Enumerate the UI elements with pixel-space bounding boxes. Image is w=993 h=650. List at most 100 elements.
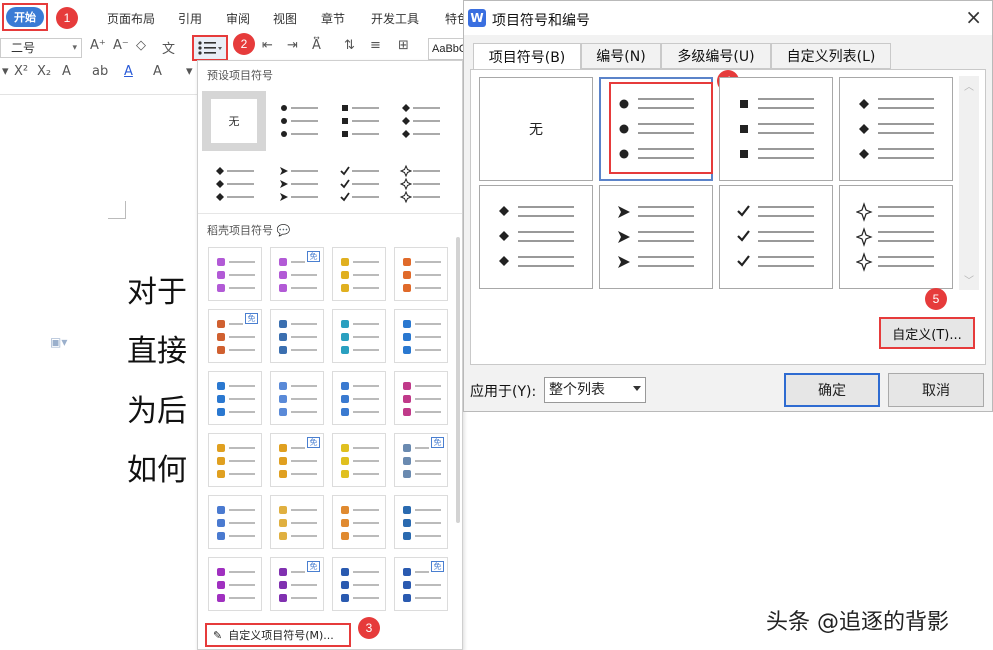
scroll-down-icon[interactable]: ﹀ <box>964 272 974 287</box>
tab-review[interactable]: 审阅 <box>226 10 250 27</box>
template-bullet-cell[interactable] <box>332 433 386 487</box>
template-bullet-cell[interactable]: 免 <box>270 247 324 301</box>
preset-check-bullet[interactable] <box>335 159 385 209</box>
option-cluster-bullet[interactable] <box>479 185 593 289</box>
dropdown-arrow-icon[interactable]: ▾ <box>2 64 9 79</box>
superscript-icon[interactable]: X² <box>14 64 28 79</box>
clear-format-icon[interactable]: ◇ <box>136 38 146 53</box>
free-tag: 免 <box>307 251 320 262</box>
text-effect-icon[interactable]: A <box>62 64 71 79</box>
tab-bullets[interactable]: 项目符号(B) <box>473 43 581 70</box>
sort-icon[interactable]: ⇅ <box>344 38 355 53</box>
template-bullet-cell[interactable] <box>208 371 262 425</box>
template-bullet-cell[interactable] <box>270 495 324 549</box>
preset-star-bullet[interactable] <box>396 159 446 209</box>
preset-cluster-bullet[interactable] <box>210 159 260 209</box>
template-bullet-cell[interactable] <box>208 433 262 487</box>
dropdown-arrow-icon[interactable]: ▾ <box>186 64 193 79</box>
tab-view[interactable]: 视图 <box>273 10 297 27</box>
tab-multilevel[interactable]: 多级编号(U) <box>661 43 771 69</box>
text-direction-icon[interactable]: A⃡ <box>312 38 321 53</box>
cancel-button[interactable]: 取消 <box>888 373 984 407</box>
option-diamond-bullet[interactable] <box>839 77 953 181</box>
ok-button[interactable]: 确定 <box>784 373 880 407</box>
preset-square-bullet[interactable] <box>335 96 385 146</box>
template-bullet-cell[interactable] <box>394 495 448 549</box>
font-size-select[interactable]: 二号 ▾ <box>0 38 82 58</box>
tab-section[interactable]: 章节 <box>321 10 345 27</box>
option-arrow-bullet[interactable] <box>599 185 713 289</box>
free-tag: 免 <box>431 437 444 448</box>
option-none[interactable]: 无 <box>479 77 593 181</box>
template-bullet-cell[interactable] <box>270 309 324 363</box>
free-tag: 免 <box>307 437 320 448</box>
decorative-bullet-icon <box>341 506 379 540</box>
start-tab[interactable]: 开始 <box>6 7 44 27</box>
close-icon[interactable]: × <box>965 6 982 28</box>
decorative-bullet-icon <box>403 382 441 416</box>
decorative-bullet-icon <box>341 568 379 602</box>
doc-text-line[interactable]: 直接 <box>127 326 187 370</box>
bullet-list-button[interactable] <box>192 35 228 61</box>
tab-numbering[interactable]: 编号(N) <box>581 43 661 69</box>
tab-references[interactable]: 引用 <box>178 10 202 27</box>
style-preview[interactable]: AaBbC <box>428 38 468 60</box>
template-bullet-cell[interactable] <box>208 247 262 301</box>
option-check-bullet[interactable] <box>719 185 833 289</box>
template-bullet-cell[interactable] <box>394 371 448 425</box>
custom-bullet-link[interactable]: ✎ 自定义项目符号(M)... <box>205 623 351 647</box>
template-bullet-cell[interactable] <box>332 371 386 425</box>
cluster-diamond-bullet-icon <box>216 167 254 201</box>
tab-page-layout[interactable]: 页面布局 <box>107 10 155 27</box>
decorative-bullet-icon <box>217 444 255 478</box>
bullet-options-pane: 无 4 ︿ ﹀ 5 自定义(T)... <box>470 69 986 365</box>
option-star-bullet[interactable] <box>839 185 953 289</box>
template-bullet-cell[interactable]: 免 <box>270 433 324 487</box>
star-bullet-icon <box>399 164 440 204</box>
template-bullet-cell[interactable] <box>394 247 448 301</box>
template-bullet-cell[interactable] <box>332 495 386 549</box>
table-border-icon[interactable]: ⊞ <box>398 38 409 53</box>
template-bullet-cell[interactable]: 免 <box>394 557 448 611</box>
options-scrollbar[interactable]: ︿ ﹀ <box>959 76 979 290</box>
template-bullet-cell[interactable] <box>394 309 448 363</box>
line-spacing-icon[interactable]: ≡ <box>370 38 381 53</box>
template-bullet-cell[interactable] <box>332 247 386 301</box>
shrink-font-icon[interactable]: A⁻ <box>113 38 129 53</box>
template-bullet-cell[interactable]: 免 <box>394 433 448 487</box>
doc-text-line[interactable]: 对于 <box>127 267 187 311</box>
template-bullet-cell[interactable]: 免 <box>208 309 262 363</box>
bullet-dropdown-panel: 预设项目符号 无 稻壳项目符号 💬 免免免免免免 ✎ 自定义项目符号(M)...… <box>197 60 463 650</box>
scroll-up-icon[interactable]: ︿ <box>964 78 974 93</box>
increase-indent-icon[interactable]: ⇥ <box>287 38 298 53</box>
grow-font-icon[interactable]: A⁺ <box>90 38 106 53</box>
decorative-bullet-icon <box>217 382 255 416</box>
preset-arrow-bullet[interactable] <box>274 159 324 209</box>
template-bullet-cell[interactable] <box>208 557 262 611</box>
preset-diamond-bullet[interactable] <box>396 96 446 146</box>
template-bullet-cell[interactable] <box>332 557 386 611</box>
comment-icon: 💬 <box>276 224 291 237</box>
apply-to-select[interactable]: 整个列表 <box>544 377 646 403</box>
template-bullet-cell[interactable]: 免 <box>270 557 324 611</box>
phonetic-icon[interactable]: 文 <box>162 38 175 57</box>
option-square-bullet[interactable] <box>719 77 833 181</box>
preset-round-bullet[interactable] <box>274 96 324 146</box>
subscript-icon[interactable]: X₂ <box>37 64 51 79</box>
font-color-icon[interactable]: A <box>124 64 133 79</box>
decrease-indent-icon[interactable]: ⇤ <box>262 38 273 53</box>
customize-button[interactable]: 自定义(T)... <box>879 317 975 349</box>
decorative-bullet-icon <box>217 568 255 602</box>
preset-none[interactable]: 无 <box>202 91 266 151</box>
template-bullet-cell[interactable] <box>208 495 262 549</box>
panel-scrollbar[interactable] <box>456 237 460 523</box>
template-bullet-cell[interactable] <box>270 371 324 425</box>
char-shading-icon[interactable]: A <box>153 64 162 79</box>
doc-text-line[interactable]: 为后 <box>127 386 187 430</box>
doc-text-line[interactable]: 如何 <box>127 445 187 489</box>
tab-developer[interactable]: 开发工具 <box>371 10 419 27</box>
tab-custom-list[interactable]: 自定义列表(L) <box>771 43 891 69</box>
paragraph-handle-icon[interactable]: ▣▾ <box>50 335 67 349</box>
template-bullet-cell[interactable] <box>332 309 386 363</box>
highlight-icon[interactable]: ab <box>92 64 108 79</box>
